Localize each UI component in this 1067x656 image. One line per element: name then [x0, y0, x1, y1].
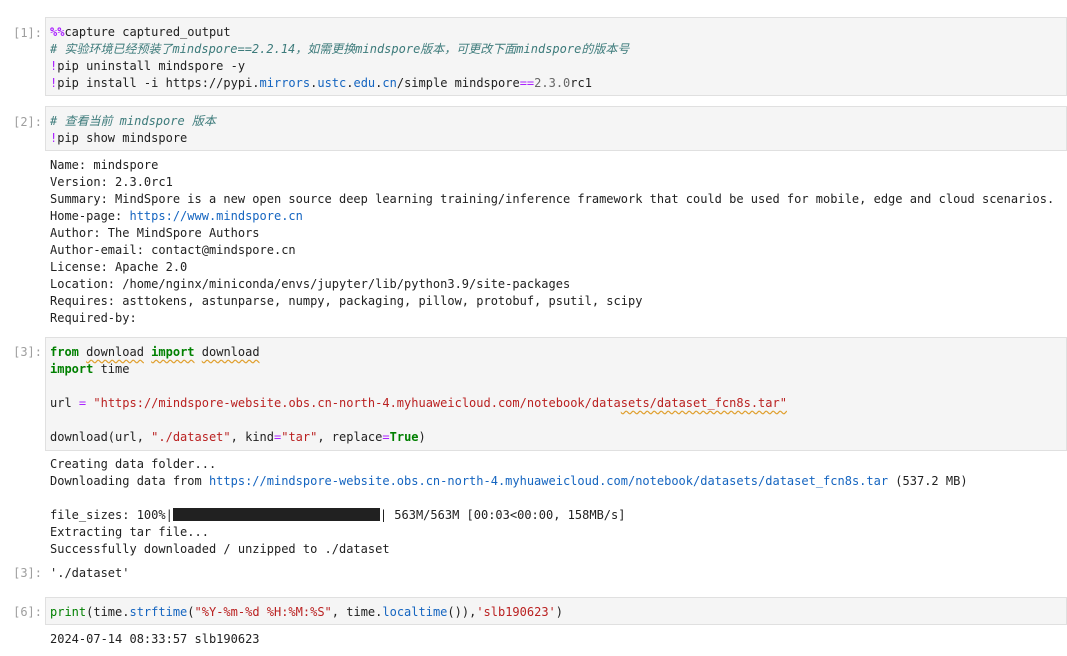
code-text: , replace [317, 430, 383, 444]
code-keyword: from [50, 345, 79, 359]
code-string: sets/dataset_fcn8s.tar" [620, 396, 787, 410]
code-attr: edu [353, 76, 376, 90]
output-line: Downloading data from https://mindspore-… [50, 473, 1063, 490]
code-text: pip uninstall mindspore -y [57, 59, 246, 73]
output-line: './dataset' [50, 566, 130, 580]
code-text: pip show mindspore [57, 131, 188, 145]
code-line: # 查看当前 mindspore 版本 [50, 113, 1062, 130]
code-string: "%Y-%m-%d %H:%M:%S" [194, 605, 332, 619]
code-name: download [201, 345, 260, 359]
code-builtin: print [50, 605, 87, 619]
code-string: "https://mindspore-website.obs.cn-north-… [93, 396, 621, 410]
code-text: ) [418, 430, 426, 444]
code-attr: localtime [382, 605, 448, 619]
code-text: ( [187, 605, 195, 619]
download-link[interactable]: https://mindspore-website.obs.cn-north-4… [209, 474, 888, 488]
output-line: Name: mindspore [50, 158, 159, 172]
code-operator: = [78, 396, 87, 410]
code-text: url [50, 396, 79, 410]
output-line: Successfully downloaded / unzipped to ./… [50, 542, 390, 556]
output-line: Author: The MindSpore Authors [50, 226, 260, 240]
output-line: Required-by: [50, 311, 137, 325]
progress-bar [172, 508, 380, 521]
output-line: file_sizes: 100%| | 563M/563M [00:03<00:0… [50, 507, 1063, 524]
code-line: print(time.strftime("%Y-%m-%d %H:%M:%S",… [50, 604, 1062, 621]
cell-1-prompt: [1]: [13, 26, 42, 40]
code-line: !pip show mindspore [50, 130, 1062, 147]
cell-3-stream-output: Creating data folder... Downloading data… [50, 456, 1063, 558]
output-text: Downloading data from [50, 474, 209, 488]
cell-3-out-prompt: [3]: [13, 566, 42, 580]
cell-2-output: Name: mindspore Version: 2.3.0rc1 Summar… [50, 157, 1063, 327]
cell-3-result: './dataset' [50, 565, 1063, 582]
code-line: # 实验环境已经预装了mindspore==2.2.14，如需更换mindspo… [50, 41, 1062, 58]
code-line: from download import download [50, 344, 1062, 361]
code-number: 2.3.0 [534, 76, 571, 90]
code-text: pip install -i https://pypi. [57, 76, 260, 90]
code-text: , kind [230, 430, 274, 444]
code-text: (time. [86, 605, 130, 619]
output-line: 2024-07-14 08:33:57 slb190623 [50, 632, 260, 646]
cell-6-input[interactable]: print(time.strftime("%Y-%m-%d %H:%M:%S",… [45, 597, 1067, 625]
output-text: (537.2 MB) [888, 474, 968, 488]
code-attr: strftime [129, 605, 188, 619]
output-line: License: Apache 2.0 [50, 260, 188, 274]
code-comment: # 查看当前 mindspore 版本 [50, 114, 216, 128]
code-line: %%capture captured_output [50, 24, 1062, 41]
output-line: Author-email: contact@mindspore.cn [50, 243, 296, 257]
code-comment: # 实验环境已经预装了mindspore==2.2.14，如需更换mindspo… [50, 42, 630, 56]
output-line: Extracting tar file... [50, 525, 209, 539]
code-module: download [86, 345, 144, 359]
cell-2-prompt: [2]: [13, 115, 42, 129]
code-text: ()), [447, 605, 477, 619]
code-attr: ustc [317, 76, 347, 90]
output-text: | 563M/563M [00:03<00:00, 158MB/s] [379, 508, 626, 522]
code-keyword: import [151, 345, 195, 359]
code-line: import time [50, 361, 1062, 378]
code-text: time [93, 362, 130, 376]
code-keyword: True [389, 430, 419, 444]
cell-6-output: 2024-07-14 08:33:57 slb190623 [50, 631, 1063, 648]
code-attr: cn [382, 76, 397, 90]
cell-1-input[interactable]: %%capture captured_output # 实验环境已经预装了min… [45, 17, 1067, 96]
output-line: Creating data folder... [50, 457, 217, 471]
code-operator: = [382, 430, 390, 444]
output-line: Home-page: https://www.mindspore.cn [50, 208, 1063, 225]
code-text: , time. [331, 605, 383, 619]
cell-3-prompt: [3]: [13, 345, 42, 359]
output-line: Requires: asttokens, astunparse, numpy, … [50, 294, 643, 308]
code-keyword: import [50, 362, 94, 376]
code-line: download(url, "./dataset", kind = "tar", r… [50, 429, 1062, 446]
code-string: 'slb190623' [476, 605, 556, 619]
output-line: Summary: MindSpore is a new open source … [50, 192, 1055, 206]
code-text: /simple mindspore [396, 76, 520, 90]
code-text: ) [555, 605, 564, 619]
code-text: download(url, [50, 430, 152, 444]
code-attr: mirrors [259, 76, 311, 90]
output-text: file_sizes: 100%| [50, 508, 173, 522]
code-string: "./dataset" [151, 430, 231, 444]
code-text: capture captured_output [64, 25, 231, 39]
code-text: rc1 [570, 76, 592, 90]
code-line: !pip uninstall mindspore -y [50, 58, 1062, 75]
cell-2-input[interactable]: # 查看当前 mindspore 版本 !pip show mindspore [45, 106, 1067, 151]
magic-token: %% [50, 25, 65, 39]
code-string: "tar" [281, 430, 318, 444]
code-line: !pip install -i https://pypi.mirrors.ust… [50, 75, 1062, 92]
output-line: Version: 2.3.0rc1 [50, 175, 173, 189]
output-line: Location: /home/nginx/miniconda/envs/jup… [50, 277, 571, 291]
homepage-link[interactable]: https://www.mindspore.cn [129, 209, 302, 223]
code-line: url = "https://mindspore-website.obs.cn-… [50, 395, 1062, 412]
code-operator: == [519, 76, 535, 90]
output-text: Home-page: [50, 209, 130, 223]
cell-3-input[interactable]: from download import download import tim… [45, 337, 1067, 451]
cell-6-prompt: [6]: [13, 605, 42, 619]
